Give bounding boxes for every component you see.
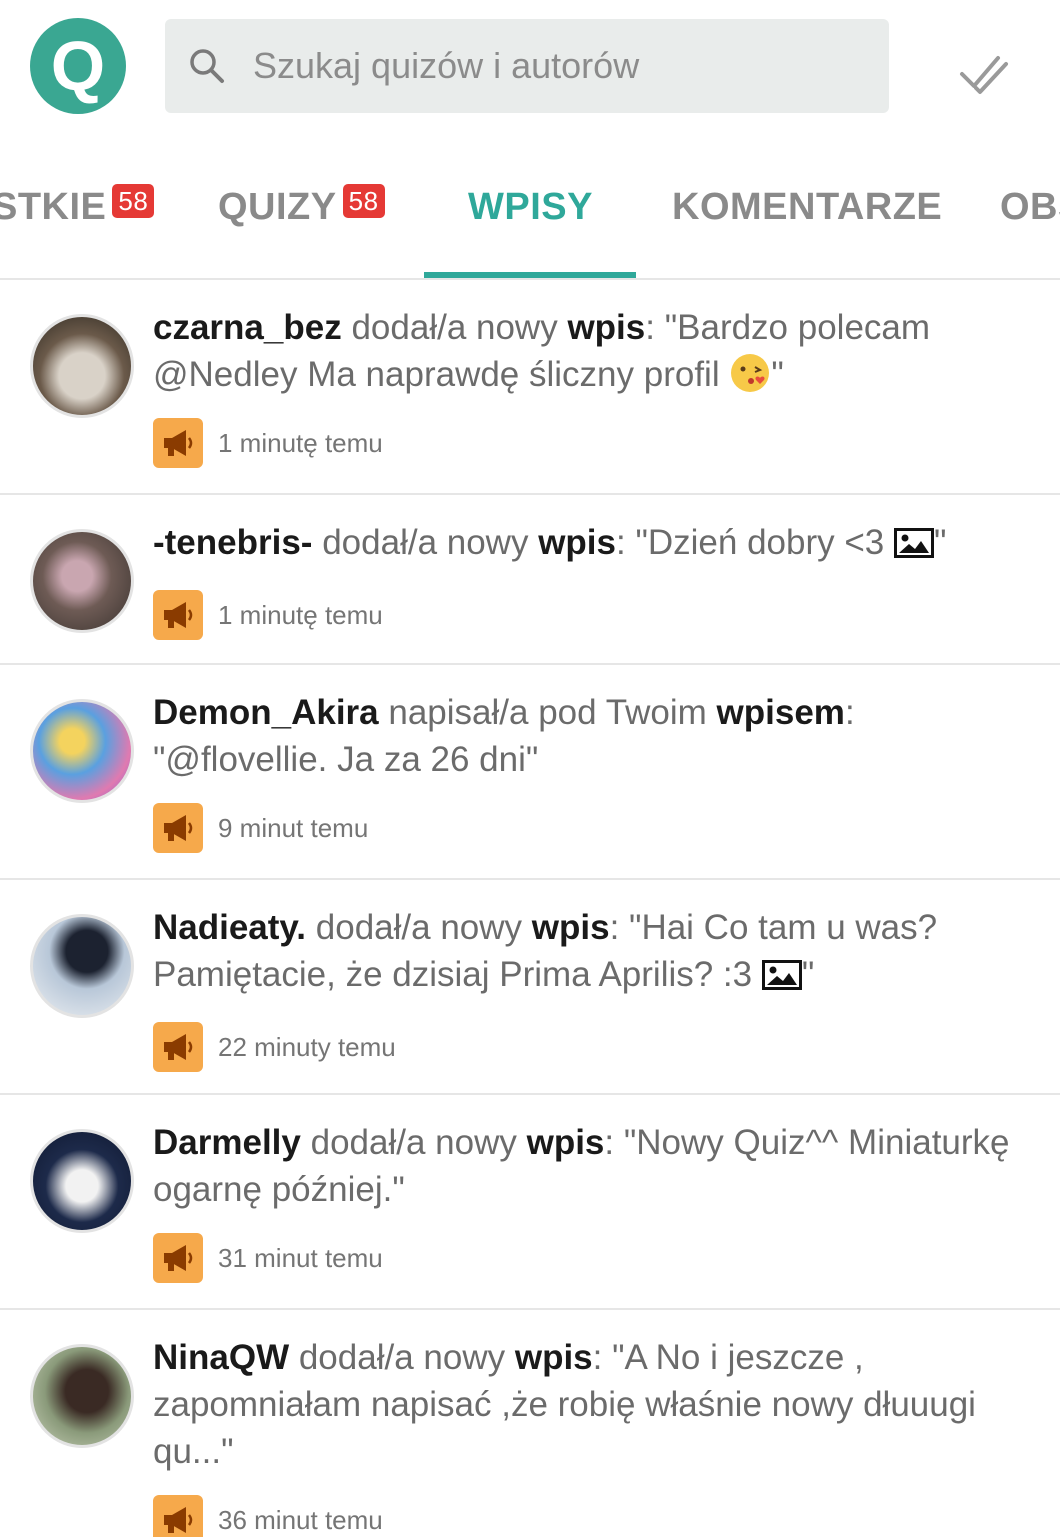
megaphone-icon (153, 590, 203, 640)
timestamp: 22 minuty temu (218, 1031, 396, 1062)
avatar[interactable] (30, 529, 134, 633)
active-tab-indicator (424, 272, 636, 278)
username[interactable]: -tenebris- (153, 523, 312, 562)
notification-text: Darmelly dodał/a nowy wpis: "Nowy Quiz^^… (153, 1123, 1010, 1209)
megaphone-icon (153, 1233, 203, 1283)
tab-label: STKIE (0, 186, 107, 228)
notification-text: NinaQW dodał/a nowy wpis: "A No i jeszcz… (153, 1338, 976, 1471)
tab-label: OBS (1000, 186, 1060, 228)
username[interactable]: NinaQW (153, 1338, 289, 1377)
notification-meta: 31 minut temu (153, 1233, 1030, 1283)
keyword[interactable]: wpis (515, 1338, 593, 1377)
tab-label: WPISY (468, 186, 593, 228)
search-input[interactable] (253, 45, 853, 87)
keyword[interactable]: wpis (567, 308, 645, 347)
notification-text: Nadieaty. dodał/a nowy wpis: "Hai Co tam… (153, 904, 1030, 1002)
timestamp: 31 minut temu (218, 1242, 383, 1273)
app-logo[interactable]: Q (30, 18, 126, 114)
username[interactable]: Nadieaty. (153, 908, 306, 947)
megaphone-icon (153, 1022, 203, 1072)
notification-item[interactable]: NinaQW dodał/a nowy wpis: "A No i jeszcz… (0, 1310, 1060, 1537)
tab-label: KOMENTARZE (672, 186, 943, 228)
search-bar[interactable] (165, 19, 889, 113)
avatar[interactable] (30, 914, 134, 1018)
notification-item[interactable]: -tenebris- dodał/a nowy wpis: "Dzień dob… (0, 495, 1060, 665)
top-bar: Q (0, 0, 1060, 140)
notification-text: -tenebris- dodał/a nowy wpis: "Dzień dob… (153, 519, 1030, 570)
tab-komentarze[interactable]: KOMENTARZE (672, 186, 942, 229)
keyword[interactable]: wpis (538, 523, 616, 562)
tab-obserwowane[interactable]: OBS (1000, 186, 1060, 229)
avatar[interactable] (30, 1344, 134, 1448)
timestamp: 1 minutę temu (218, 599, 383, 630)
count-badge: 58 (112, 184, 155, 218)
tab-wszystkie[interactable]: STKIE 58 (0, 184, 155, 229)
username[interactable]: Darmelly (153, 1123, 301, 1162)
keyword[interactable]: wpis (532, 908, 610, 947)
tab-wpisy[interactable]: WPISY (468, 186, 593, 229)
username[interactable]: czarna_bez (153, 308, 342, 347)
avatar[interactable] (30, 1129, 134, 1233)
notification-text: Demon_Akira napisał/a pod Twoim wpisem: … (153, 693, 855, 779)
timestamp: 36 minut temu (218, 1504, 383, 1535)
notification-item[interactable]: Nadieaty. dodał/a nowy wpis: "Hai Co tam… (0, 880, 1060, 1095)
image-attachment-icon (761, 955, 802, 1002)
megaphone-icon (153, 418, 203, 468)
notification-meta: 9 minut temu (153, 803, 1030, 853)
count-badge: 58 (342, 184, 385, 218)
notification-item[interactable]: Darmelly dodał/a nowy wpis: "Nowy Quiz^^… (0, 1095, 1060, 1310)
megaphone-icon (153, 803, 203, 853)
search-icon (189, 46, 229, 86)
notification-item[interactable]: Demon_Akira napisał/a pod Twoim wpisem: … (0, 665, 1060, 880)
avatar[interactable] (30, 699, 134, 803)
logo-letter: Q (50, 27, 106, 105)
mark-all-read-icon[interactable] (958, 48, 1010, 100)
kiss-emoji-icon (729, 352, 771, 394)
notification-text: czarna_bez dodał/a nowy wpis: "Bardzo po… (153, 308, 931, 394)
tab-label: QUIZY (218, 186, 337, 228)
image-attachment-icon (894, 523, 934, 570)
megaphone-icon (153, 1495, 203, 1537)
keyword[interactable]: wpisem (717, 693, 845, 732)
tab-quizy[interactable]: QUIZY 58 (218, 184, 385, 229)
keyword[interactable]: wpis (527, 1123, 605, 1162)
notification-feed: czarna_bez dodał/a nowy wpis: "Bardzo po… (0, 280, 1060, 1537)
notification-meta: 22 minuty temu (153, 1022, 1030, 1072)
timestamp: 9 minut temu (218, 812, 369, 843)
timestamp: 1 minutę temu (218, 427, 383, 458)
notification-meta: 36 minut temu (153, 1495, 1030, 1537)
notification-item[interactable]: czarna_bez dodał/a nowy wpis: "Bardzo po… (0, 280, 1060, 495)
notification-meta: 1 minutę temu (153, 590, 1030, 640)
notification-meta: 1 minutę temu (153, 418, 1030, 468)
avatar[interactable] (30, 314, 134, 418)
tab-bar: STKIE58 QUIZY58 WPISY KOMENTARZE OBS (0, 150, 1060, 280)
username[interactable]: Demon_Akira (153, 693, 379, 732)
